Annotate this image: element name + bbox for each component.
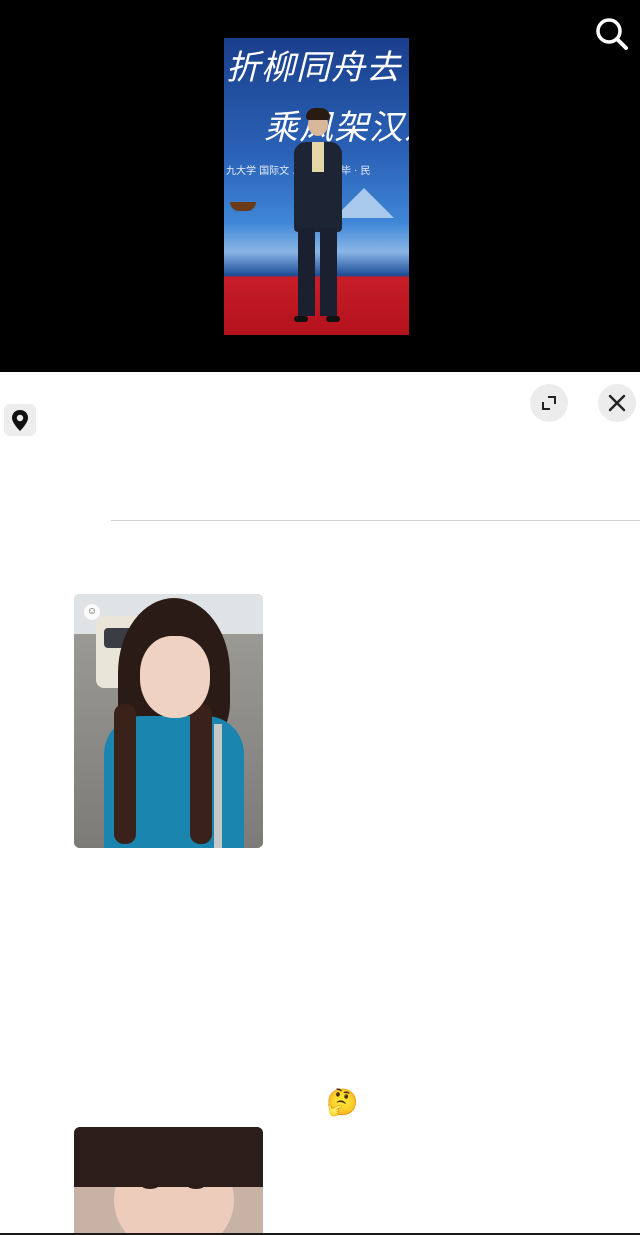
photo-selfie-braids[interactable]: ☺ xyxy=(74,594,263,848)
banner-title-line1: 折柳同舟去 xyxy=(226,48,401,88)
close-button[interactable] xyxy=(598,384,636,422)
video-frame[interactable]: 折柳同舟去 乘风架汉之 九大学 国际文 … 2026届毕 · 民 xyxy=(224,38,409,335)
thinking-emoji-icon: 🤔 xyxy=(326,1087,359,1117)
location-pin-icon xyxy=(12,410,28,431)
banner-title-line2: 乘风架汉之 xyxy=(264,108,409,148)
location-button[interactable] xyxy=(4,404,36,436)
search-icon xyxy=(596,18,628,50)
close-icon xyxy=(608,394,626,412)
mountain-illustration xyxy=(334,188,394,218)
speaker-shoe-right xyxy=(326,316,340,322)
photo-selfie-closeup[interactable] xyxy=(74,1127,263,1235)
photo-bag-strap xyxy=(214,724,222,848)
photo-face xyxy=(140,636,210,718)
expand-button[interactable] xyxy=(530,384,568,422)
speaker-hair xyxy=(306,108,330,120)
photo-braid-right xyxy=(190,704,212,844)
photo-badge-icon: ☺ xyxy=(84,604,100,620)
speaker-leg-right xyxy=(320,228,337,316)
speaker-leg-left xyxy=(298,228,315,316)
speaker-shoe-left xyxy=(294,316,308,322)
expand-icon xyxy=(542,396,556,410)
photo-eye-left xyxy=(142,1183,158,1189)
photo-eye-right xyxy=(188,1183,204,1189)
boat-illustration xyxy=(230,202,256,211)
photo-hair xyxy=(74,1127,263,1187)
search-button[interactable] xyxy=(590,12,634,56)
photo-braid-left xyxy=(114,704,136,844)
video-player[interactable]: 折柳同舟去 乘风架汉之 九大学 国际文 … 2026届毕 · 民 xyxy=(0,0,640,372)
divider xyxy=(111,520,640,521)
speaker-shirt xyxy=(312,142,324,172)
